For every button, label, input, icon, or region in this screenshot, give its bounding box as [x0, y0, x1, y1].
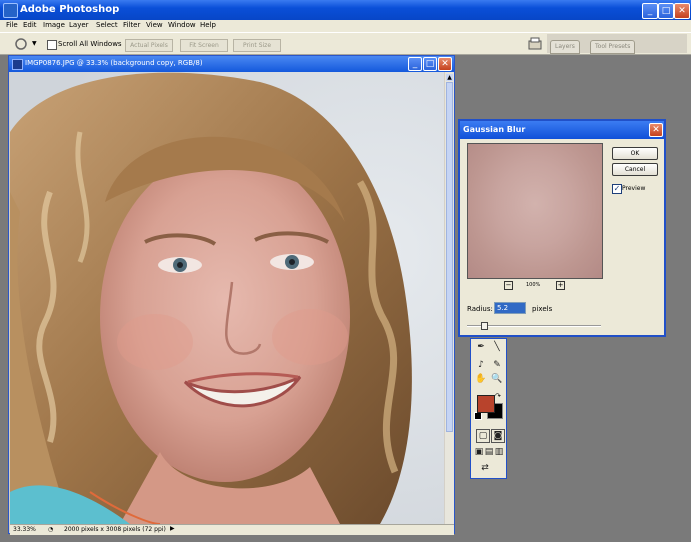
vertical-scrollbar[interactable]: ▲: [445, 72, 454, 524]
eyedropper-tool-icon[interactable]: ✎: [491, 359, 503, 371]
scroll-thumb[interactable]: [446, 82, 453, 432]
default-colors-icon[interactable]: [474, 412, 482, 420]
menu-bar: File Edit Image Layer Select Filter View…: [0, 20, 691, 32]
menu-view[interactable]: View: [146, 21, 163, 29]
tools-palette: ✒ ╲ ♪ ✎ ✋ 🔍 ↷ ▢ ◙ ▣ ▤ ▥ ⇄: [470, 338, 507, 479]
radius-slider-thumb[interactable]: [481, 322, 489, 330]
radius-label: Radius:: [467, 305, 493, 313]
hand-tool-icon[interactable]: ✋: [475, 373, 487, 385]
portrait-photo: [10, 72, 444, 524]
standard-mode-icon[interactable]: ▢: [476, 429, 490, 443]
pen-tool-icon[interactable]: ✒: [475, 341, 487, 353]
doc-maximize-button[interactable]: □: [423, 57, 437, 71]
dialog-close-button[interactable]: ✕: [649, 123, 663, 137]
menu-file[interactable]: File: [6, 21, 18, 29]
document-icon: [12, 59, 23, 70]
dialog-title: Gaussian Blur: [463, 125, 526, 134]
radius-unit: pixels: [532, 305, 553, 313]
document-titlebar: IMGP0876.JPG @ 33.3% (background copy, R…: [9, 56, 454, 72]
scroll-all-label: Scroll All Windows: [58, 40, 122, 48]
doc-minimize-button[interactable]: _: [408, 57, 422, 71]
print-size-button[interactable]: Print Size: [233, 39, 281, 52]
menu-help[interactable]: Help: [200, 21, 216, 29]
fit-screen-button[interactable]: Fit Screen: [180, 39, 228, 52]
cancel-button[interactable]: Cancel: [612, 163, 658, 176]
palette-well: Layers Tool Presets: [547, 34, 687, 54]
line-tool-icon[interactable]: ╲: [491, 341, 503, 353]
document-title: IMGP0876.JPG @ 33.3% (background copy, R…: [25, 59, 203, 67]
zoom-in-icon[interactable]: +: [556, 281, 565, 290]
zoom-out-icon[interactable]: −: [504, 281, 513, 290]
doc-close-button[interactable]: ✕: [438, 57, 452, 71]
close-button[interactable]: ✕: [674, 3, 690, 19]
hand-tool-preset-icon[interactable]: [14, 37, 28, 51]
preview-label: Preview: [622, 185, 646, 192]
chevron-down-icon[interactable]: ▼: [32, 40, 37, 47]
preview-checkbox[interactable]: ✓: [612, 184, 622, 194]
menu-edit[interactable]: Edit: [23, 21, 37, 29]
tab-tool-presets[interactable]: Tool Presets: [590, 40, 636, 54]
minimize-button[interactable]: _: [642, 3, 658, 19]
maximize-button[interactable]: □: [658, 3, 674, 19]
image-canvas[interactable]: [10, 72, 444, 524]
screen-mode-full-icon[interactable]: ▥: [493, 446, 505, 458]
document-window: IMGP0876.JPG @ 33.3% (background copy, R…: [8, 55, 455, 535]
blur-preview[interactable]: [467, 143, 603, 279]
scroll-up-icon[interactable]: ▲: [446, 74, 453, 81]
radius-input[interactable]: [494, 302, 526, 314]
actual-pixels-button[interactable]: Actual Pixels: [125, 39, 173, 52]
menu-window[interactable]: Window: [168, 21, 196, 29]
menu-layer[interactable]: Layer: [69, 21, 89, 29]
zoom-level[interactable]: 33.33%: [13, 526, 36, 533]
zoom-tool-icon[interactable]: 🔍: [491, 373, 503, 385]
notes-tool-icon[interactable]: ♪: [475, 359, 487, 371]
photoshop-app-icon: [3, 3, 18, 18]
app-title: Adobe Photoshop: [20, 4, 120, 15]
menu-select[interactable]: Select: [96, 21, 118, 29]
preview-zoom: 100%: [526, 282, 541, 288]
dialog-titlebar: Gaussian Blur ✕: [460, 121, 664, 139]
swap-colors-icon[interactable]: ↷: [495, 392, 501, 400]
quick-mask-icon[interactable]: ◙: [491, 429, 505, 443]
scroll-all-checkbox[interactable]: [47, 40, 57, 50]
document-status-bar: 33.33% ◔ 2000 pixels x 3008 pixels (72 p…: [10, 524, 454, 535]
app-titlebar: Adobe Photoshop _ □ ✕: [0, 0, 691, 20]
status-menu-arrow-icon[interactable]: ▶: [170, 525, 175, 532]
file-browser-icon[interactable]: [528, 37, 542, 51]
menu-filter[interactable]: Filter: [123, 21, 140, 29]
jump-to-imageready-icon[interactable]: ⇄: [479, 462, 491, 474]
status-icon: ◔: [48, 526, 54, 533]
ok-button[interactable]: OK: [612, 147, 658, 160]
document-info: 2000 pixels x 3008 pixels (72 ppi): [64, 526, 166, 533]
gaussian-blur-dialog: Gaussian Blur ✕ OK Cancel ✓ Preview − 10…: [458, 119, 666, 337]
menu-image[interactable]: Image: [43, 21, 65, 29]
tab-layers[interactable]: Layers: [550, 40, 580, 54]
foreground-color-swatch[interactable]: [477, 395, 495, 413]
